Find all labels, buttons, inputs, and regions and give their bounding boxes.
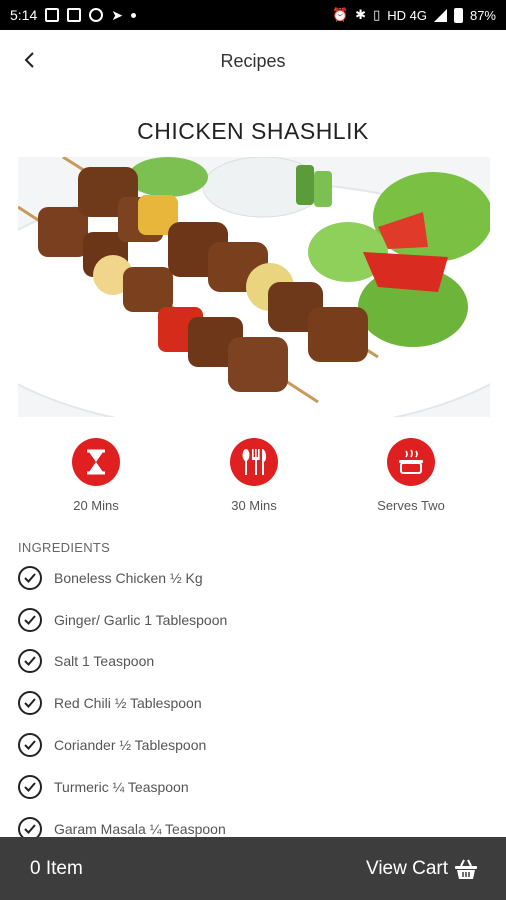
vibrate-icon: ▯	[373, 7, 381, 22]
ingredient-text: Ginger/ Garlic 1 Tablespoon	[54, 611, 228, 628]
cart-bar: 0 Item View Cart	[0, 837, 506, 900]
network-type: HD 4G	[387, 7, 427, 23]
ingredient-item: Turmeric ¼ Teaspoon	[18, 766, 488, 808]
hourglass-icon	[72, 438, 120, 486]
ingredient-text: Coriander ½ Tablespoon	[54, 737, 207, 754]
whatsapp-icon	[89, 8, 104, 22]
cutlery-icon	[230, 438, 278, 486]
basket-icon	[455, 859, 477, 879]
battery-percent: 87%	[469, 7, 496, 23]
signal-icon	[433, 8, 447, 22]
ingredient-item: Ginger/ Garlic 1 Tablespoon	[18, 599, 488, 641]
stat-label: 30 Mins	[231, 498, 277, 513]
ingredients-list: Boneless Chicken ½ Kg Ginger/ Garlic 1 T…	[18, 557, 488, 850]
ingredient-text: Salt 1 Teaspoon	[54, 653, 155, 670]
check-circle-icon	[18, 691, 42, 716]
telegram-icon: ➤	[111, 6, 123, 23]
ingredient-item: Red Chili ½ Tablespoon	[18, 682, 488, 724]
chevron-left-icon	[24, 52, 34, 68]
cooking-pot-icon	[387, 438, 435, 486]
ingredient-item: Boneless Chicken ½ Kg	[18, 557, 488, 599]
alarm-icon: ⏰	[331, 7, 349, 22]
ingredients-heading: INGREDIENTS	[18, 540, 111, 555]
status-bar: 5:14 ➤ ⏰ ✱ ▯ HD 4G 87%	[0, 0, 506, 30]
back-button[interactable]	[14, 44, 46, 76]
recipe-image	[18, 157, 490, 417]
check-circle-icon	[18, 565, 42, 590]
view-cart-label: View Cart	[365, 857, 448, 879]
prep-time-stat: 20 Mins	[31, 438, 161, 513]
check-circle-icon	[18, 649, 42, 674]
cart-item-count: 0 Item	[30, 857, 83, 879]
status-time: 5:14	[10, 7, 38, 23]
ingredient-text: Turmeric ¼ Teaspoon	[54, 778, 189, 795]
check-circle-icon	[18, 774, 42, 799]
check-circle-icon	[18, 733, 42, 758]
ingredient-text: Red Chili ½ Tablespoon	[54, 695, 202, 712]
ingredient-text: Boneless Chicken ½ Kg	[54, 569, 203, 586]
app-bar: Recipes	[0, 30, 506, 92]
image-notification-icon	[45, 8, 60, 22]
ingredient-text: Garam Masala ¼ Teaspoon	[54, 820, 226, 837]
servings-stat: Serves Two	[346, 438, 476, 513]
ingredient-item: Salt 1 Teaspoon	[18, 641, 488, 683]
cook-time-stat: 30 Mins	[189, 438, 319, 513]
battery-icon	[453, 7, 463, 23]
news-notification-icon	[67, 8, 82, 22]
recipe-stats: 20 Mins 30 Mins Serves Two	[0, 438, 506, 518]
stat-label: Serves Two	[377, 498, 445, 513]
view-cart-button[interactable]: View Cart	[366, 858, 478, 880]
stat-label: 20 Mins	[73, 498, 119, 513]
bluetooth-icon: ✱	[355, 7, 367, 22]
check-circle-icon	[18, 607, 42, 632]
page-title: Recipes	[220, 50, 286, 71]
more-notifications-dot-icon	[130, 12, 136, 18]
recipe-title: CHICKEN SHASHLIK	[137, 118, 369, 144]
ingredient-item: Coriander ½ Tablespoon	[18, 724, 488, 766]
